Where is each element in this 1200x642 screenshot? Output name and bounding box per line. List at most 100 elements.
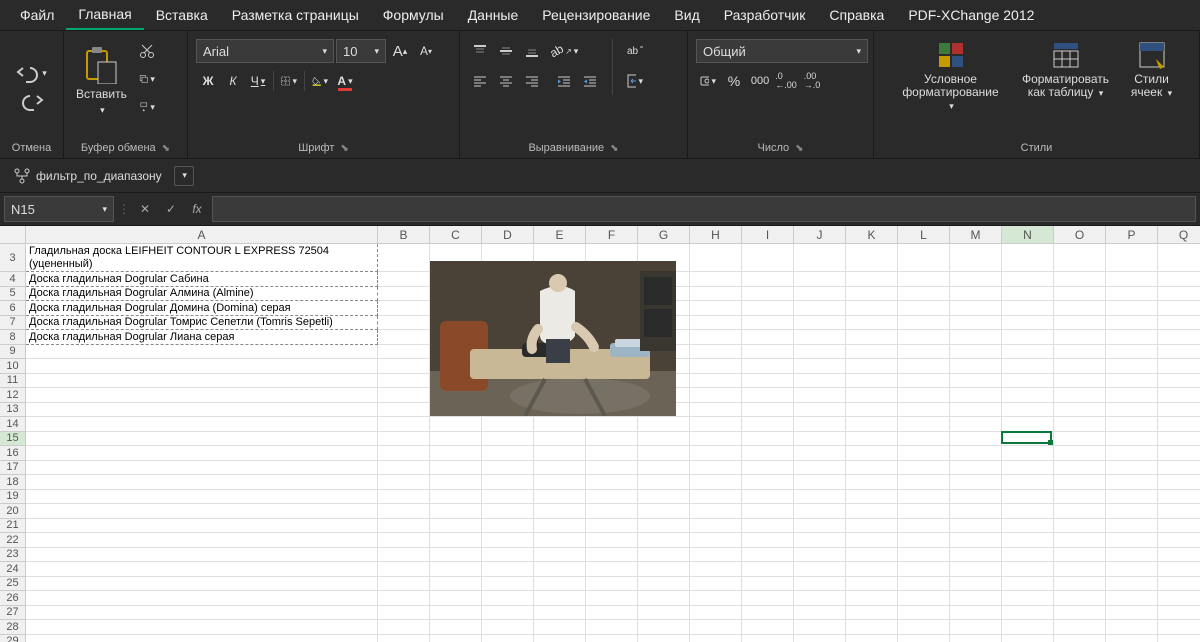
cell-E17[interactable] (534, 461, 586, 476)
cell-P22[interactable] (1106, 533, 1158, 548)
row-header-8[interactable]: 8 (0, 330, 26, 345)
col-header-H[interactable]: H (690, 226, 742, 244)
cell-I13[interactable] (742, 403, 794, 418)
embedded-image[interactable] (430, 261, 676, 416)
tab-1[interactable]: Главная (66, 0, 143, 30)
cell-K10[interactable] (846, 359, 898, 374)
cell-G28[interactable] (638, 620, 690, 635)
cell-L23[interactable] (898, 548, 950, 563)
cell-I14[interactable] (742, 417, 794, 432)
cell-C20[interactable] (430, 504, 482, 519)
cell-P20[interactable] (1106, 504, 1158, 519)
tab-0[interactable]: Файл (8, 0, 66, 30)
increase-decimal-button[interactable]: .0←.00 (774, 69, 798, 93)
cell-I15[interactable] (742, 432, 794, 447)
cell-D14[interactable] (482, 417, 534, 432)
cell-K11[interactable] (846, 374, 898, 389)
cell-N17[interactable] (1002, 461, 1054, 476)
cell-O6[interactable] (1054, 301, 1106, 316)
cell-P13[interactable] (1106, 403, 1158, 418)
cell-B24[interactable] (378, 562, 430, 577)
cell-D21[interactable] (482, 519, 534, 534)
cell-L6[interactable] (898, 301, 950, 316)
align-top-button[interactable] (468, 39, 492, 63)
cell-Q16[interactable] (1158, 446, 1200, 461)
cell-L11[interactable] (898, 374, 950, 389)
cell-G20[interactable] (638, 504, 690, 519)
cell-I23[interactable] (742, 548, 794, 563)
cell-H7[interactable] (690, 316, 742, 331)
cell-M16[interactable] (950, 446, 1002, 461)
cell-C16[interactable] (430, 446, 482, 461)
cell-D22[interactable] (482, 533, 534, 548)
cell-G15[interactable] (638, 432, 690, 447)
cell-H10[interactable] (690, 359, 742, 374)
cell-I7[interactable] (742, 316, 794, 331)
cell-N10[interactable] (1002, 359, 1054, 374)
cell-O27[interactable] (1054, 606, 1106, 621)
cell-H18[interactable] (690, 475, 742, 490)
cell-F16[interactable] (586, 446, 638, 461)
cell-M5[interactable] (950, 287, 1002, 302)
cell-Q8[interactable] (1158, 330, 1200, 345)
cell-H4[interactable] (690, 272, 742, 287)
undo-button[interactable]: ▾ (12, 61, 51, 87)
cell-M17[interactable] (950, 461, 1002, 476)
cell-A8[interactable]: Доска гладильная Dogrular Лиана серая (26, 330, 378, 345)
cell-P16[interactable] (1106, 446, 1158, 461)
cell-B16[interactable] (378, 446, 430, 461)
cell-B15[interactable] (378, 432, 430, 447)
cell-F15[interactable] (586, 432, 638, 447)
cell-M3[interactable] (950, 244, 1002, 272)
cell-C21[interactable] (430, 519, 482, 534)
cell-K6[interactable] (846, 301, 898, 316)
increase-font-button[interactable]: A▴ (388, 39, 412, 63)
cell-P6[interactable] (1106, 301, 1158, 316)
cell-K8[interactable] (846, 330, 898, 345)
cell-L21[interactable] (898, 519, 950, 534)
cell-B26[interactable] (378, 591, 430, 606)
cell-N5[interactable] (1002, 287, 1054, 302)
clipboard-dialog-launcher-icon[interactable]: ⬊ (162, 143, 170, 154)
cell-O16[interactable] (1054, 446, 1106, 461)
cell-P12[interactable] (1106, 388, 1158, 403)
cell-M14[interactable] (950, 417, 1002, 432)
cell-C28[interactable] (430, 620, 482, 635)
cell-B3[interactable] (378, 244, 430, 272)
cell-J9[interactable] (794, 345, 846, 360)
cell-A22[interactable] (26, 533, 378, 548)
cell-M15[interactable] (950, 432, 1002, 447)
cell-D19[interactable] (482, 490, 534, 505)
cell-Q15[interactable] (1158, 432, 1200, 447)
cell-H14[interactable] (690, 417, 742, 432)
cell-D17[interactable] (482, 461, 534, 476)
cell-Q25[interactable] (1158, 577, 1200, 592)
cell-P24[interactable] (1106, 562, 1158, 577)
row-header-14[interactable]: 14 (0, 417, 26, 432)
select-all-corner[interactable] (0, 226, 26, 244)
cell-K7[interactable] (846, 316, 898, 331)
cell-A28[interactable] (26, 620, 378, 635)
cell-G23[interactable] (638, 548, 690, 563)
cell-A19[interactable] (26, 490, 378, 505)
cell-K25[interactable] (846, 577, 898, 592)
cell-K28[interactable] (846, 620, 898, 635)
cell-N27[interactable] (1002, 606, 1054, 621)
cell-I25[interactable] (742, 577, 794, 592)
cell-N19[interactable] (1002, 490, 1054, 505)
cell-P17[interactable] (1106, 461, 1158, 476)
cell-P4[interactable] (1106, 272, 1158, 287)
cell-H11[interactable] (690, 374, 742, 389)
cell-H19[interactable] (690, 490, 742, 505)
cell-N18[interactable] (1002, 475, 1054, 490)
cell-I21[interactable] (742, 519, 794, 534)
cell-F20[interactable] (586, 504, 638, 519)
cell-L27[interactable] (898, 606, 950, 621)
cell-K12[interactable] (846, 388, 898, 403)
cell-I6[interactable] (742, 301, 794, 316)
row-header-4[interactable]: 4 (0, 272, 26, 287)
tab-2[interactable]: Вставка (144, 0, 220, 30)
merge-button[interactable]: ▾ (623, 69, 647, 93)
row-header-10[interactable]: 10 (0, 359, 26, 374)
paste-button[interactable]: Вставить▾ (70, 37, 133, 125)
